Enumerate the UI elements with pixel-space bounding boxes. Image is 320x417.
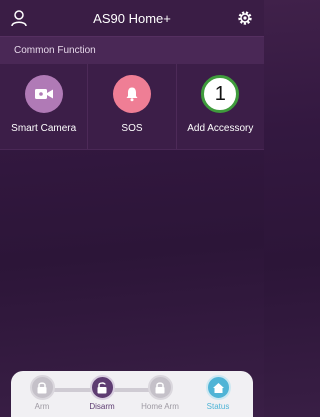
gear-icon[interactable] (236, 9, 254, 27)
status-label: Status (206, 402, 230, 411)
section-title: Common Function (0, 36, 264, 64)
home-icon (205, 375, 231, 400)
bell-icon (112, 75, 151, 113)
home-arm-label: Home Arm (141, 402, 179, 411)
disarm-button[interactable]: Disarm (72, 375, 132, 411)
lock-closed-icon (29, 375, 55, 400)
accessory-badge: 1 (201, 75, 240, 113)
status-button[interactable]: Status (188, 375, 248, 411)
sos-label: SOS (121, 123, 143, 134)
top-bar: AS90 Home+ (0, 0, 264, 36)
disarm-label: Disarm (89, 402, 115, 411)
home-lock-icon (147, 375, 173, 400)
add-accessory-button[interactable]: 1 Add Accessory (177, 64, 264, 149)
smart-camera-label: Smart Camera (11, 123, 77, 134)
common-functions: Smart Camera SOS 1 Add Accessory (0, 64, 264, 150)
app-title: AS90 Home+ (93, 10, 171, 26)
arm-button[interactable]: Arm (12, 375, 72, 411)
add-accessory-label: Add Accessory (187, 123, 254, 134)
smart-camera-button[interactable]: Smart Camera (0, 64, 89, 149)
lock-open-icon (89, 375, 115, 400)
home-arm-button[interactable]: Home Arm (130, 375, 190, 411)
camera-icon (24, 75, 63, 113)
sos-button[interactable]: SOS (88, 64, 177, 149)
arm-label: Arm (34, 402, 50, 411)
user-icon[interactable] (10, 9, 28, 27)
bottom-mode-bar: Arm Disarm Home Arm Status (11, 371, 253, 417)
accessory-count: 1 (214, 83, 226, 105)
